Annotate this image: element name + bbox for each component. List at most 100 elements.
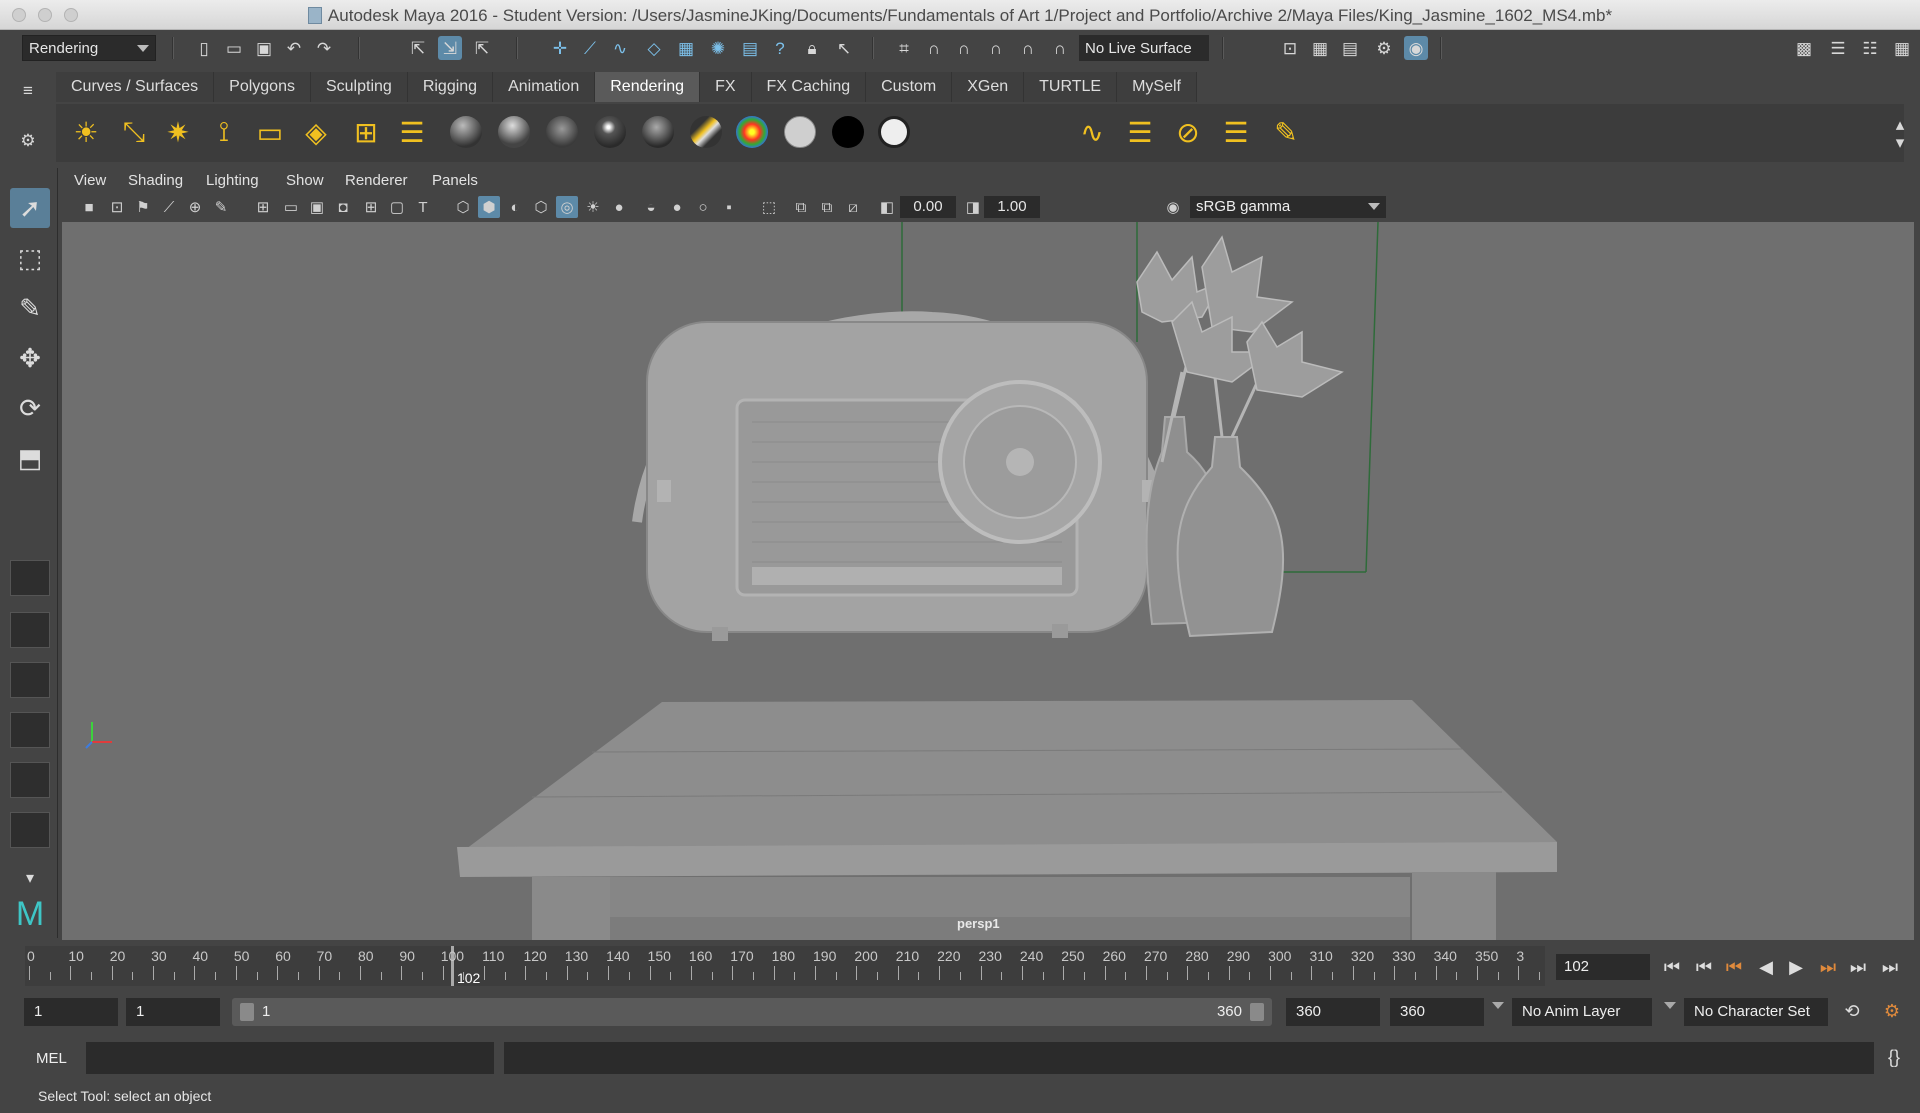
scale-tool-icon[interactable]: ⬒: [10, 438, 50, 478]
paint-select-tool-icon[interactable]: ✎: [10, 288, 50, 328]
directional-light-icon[interactable]: ⤡: [116, 114, 152, 150]
render-diagnostics-icon[interactable]: ⊘: [1170, 114, 1206, 150]
shelf-tab[interactable]: Rigging: [407, 72, 494, 102]
shelf-tab[interactable]: FX Caching: [751, 72, 867, 102]
animation-preferences-icon[interactable]: ⚙: [1878, 998, 1906, 1024]
step-back-icon[interactable]: ⏮: [1690, 954, 1718, 980]
render-settings-icon[interactable]: ⚙: [1372, 36, 1396, 60]
lambert-material-icon[interactable]: [546, 116, 578, 148]
lasso-tool-icon[interactable]: ⬚: [10, 238, 50, 278]
panel-menu-item[interactable]: Show: [286, 172, 324, 189]
select-curves-icon[interactable]: ∿: [608, 36, 632, 60]
safe-action-icon[interactable]: ▢: [386, 196, 408, 218]
select-joints-icon[interactable]: ⟋: [578, 36, 602, 60]
safe-title-icon[interactable]: T: [412, 196, 434, 218]
select-camera-icon[interactable]: ■: [78, 196, 100, 218]
view-transform-dropdown[interactable]: sRGB gamma: [1190, 196, 1386, 218]
go-to-start-icon[interactable]: ⏮: [1658, 954, 1686, 980]
shelf-tab[interactable]: FX: [700, 72, 752, 102]
auto-key-icon[interactable]: ⟲: [1838, 998, 1866, 1024]
shelf-tab[interactable]: Polygons: [214, 72, 311, 102]
step-back-key-icon[interactable]: ⏮: [1720, 954, 1748, 980]
four-view-layout-icon[interactable]: [10, 612, 50, 648]
motion-blur-icon[interactable]: ●: [666, 196, 688, 218]
batch-render-icon[interactable]: ☰: [1122, 114, 1158, 150]
2d-pan-zoom-icon[interactable]: ⊕: [184, 196, 206, 218]
panel-menu-item[interactable]: Shading: [128, 172, 183, 189]
wireframe-icon[interactable]: ⬡: [452, 196, 474, 218]
anisotropic-material-icon[interactable]: [642, 116, 674, 148]
snap-to-points-icon[interactable]: ∩: [952, 36, 976, 60]
camera-attributes-icon[interactable]: ⊡: [106, 196, 128, 218]
spot-light-icon[interactable]: ⟟: [206, 114, 242, 150]
time-slider-track[interactable]: 102 0 10 20 30 40 50 60 70 80 90 100 110 120 130 140 15…: [25, 946, 1545, 986]
script-editor-icon[interactable]: {}: [1880, 1044, 1908, 1070]
select-deformations-icon[interactable]: ▦: [674, 36, 698, 60]
undo-icon[interactable]: ↶: [282, 36, 306, 60]
shelf-menu-icon[interactable]: ≡: [16, 78, 40, 102]
select-misc-icon[interactable]: ?: [768, 36, 792, 60]
exposure-field[interactable]: 0.00: [900, 196, 956, 218]
xray-joints-icon[interactable]: ⧄: [842, 196, 864, 218]
field-chart-icon[interactable]: ⊞: [360, 196, 382, 218]
light-linking-icon[interactable]: ☰: [394, 114, 430, 150]
step-forward-icon[interactable]: ⏭: [1844, 954, 1872, 980]
screen-space-ao-icon[interactable]: ◒: [640, 196, 662, 218]
exposure-icon[interactable]: ◧: [876, 196, 898, 218]
anti-aliasing-icon[interactable]: ○: [692, 196, 714, 218]
select-dynamics-icon[interactable]: ✺: [706, 36, 730, 60]
shelf-tab[interactable]: Curves / Surfaces: [56, 72, 215, 102]
animation-end-field[interactable]: 360: [1390, 998, 1484, 1026]
color-management-icon[interactable]: ◉: [1162, 196, 1184, 218]
save-scene-icon[interactable]: ▣: [252, 36, 276, 60]
textured-icon[interactable]: ◎: [556, 196, 578, 218]
shelf-tab[interactable]: TURTLE: [1024, 72, 1118, 102]
isolate-select-icon[interactable]: ⬚: [758, 196, 780, 218]
playback-start-field[interactable]: 1: [126, 998, 220, 1026]
use-all-lights-icon[interactable]: ☀: [582, 196, 604, 218]
shelf-tab[interactable]: Custom: [866, 72, 953, 102]
snap-to-grids-icon[interactable]: ⌗: [892, 36, 916, 60]
panel-menu-item[interactable]: Lighting: [206, 172, 259, 189]
xray-icon[interactable]: ⧉: [790, 196, 812, 218]
lock-selection-icon[interactable]: 🔒︎: [800, 36, 824, 60]
surface-shader-icon[interactable]: [784, 116, 816, 148]
ambient-light-icon[interactable]: ☀: [68, 114, 104, 150]
shading-map-icon[interactable]: [878, 116, 910, 148]
shelf-tab[interactable]: MySelf: [1117, 72, 1197, 102]
select-tool-icon[interactable]: ➚: [10, 188, 50, 228]
volume-light-icon[interactable]: ◈: [298, 114, 334, 150]
range-start-handle[interactable]: [240, 1003, 254, 1021]
play-backwards-icon[interactable]: ◀: [1752, 954, 1780, 980]
playback-end-field[interactable]: 360: [1286, 998, 1380, 1026]
resolution-gate-icon[interactable]: ▣: [306, 196, 328, 218]
image-plane-icon[interactable]: ⟋: [158, 196, 180, 218]
single-perspective-layout-icon[interactable]: [10, 560, 50, 596]
persp-graph-layout-icon[interactable]: [10, 712, 50, 748]
ipr-render-icon[interactable]: ▤: [1338, 36, 1362, 60]
character-set-dropdown[interactable]: No Character Set: [1684, 998, 1828, 1026]
render-setup-icon[interactable]: ☰: [1218, 114, 1254, 150]
gate-mask-icon[interactable]: ◘: [332, 196, 354, 218]
gamma-field[interactable]: 1.00: [984, 196, 1040, 218]
persp-outliner-layout-icon[interactable]: [10, 662, 50, 698]
select-by-hierarchy-icon[interactable]: ⇱: [406, 36, 430, 60]
highlight-selection-icon[interactable]: ↖: [832, 36, 856, 60]
chevron-down-icon[interactable]: [1664, 1002, 1676, 1009]
channel-box-icon[interactable]: ▦: [1890, 36, 1914, 60]
open-scene-icon[interactable]: ▭: [222, 36, 246, 60]
shelf-settings-icon[interactable]: ⚙: [16, 128, 40, 152]
shadows-icon[interactable]: ●: [608, 196, 630, 218]
current-frame-field[interactable]: 102: [1556, 954, 1650, 980]
perspective-viewport[interactable]: persp1: [62, 222, 1914, 940]
tool-settings-icon[interactable]: ☷: [1858, 36, 1882, 60]
grease-pencil-icon[interactable]: ✎: [210, 196, 232, 218]
smooth-shade-icon[interactable]: ⬢: [478, 196, 500, 218]
chevron-down-icon[interactable]: [1492, 1002, 1504, 1009]
film-gate-icon[interactable]: ▭: [280, 196, 302, 218]
menuset-dropdown[interactable]: Rendering: [22, 35, 156, 61]
panel-menu-item[interactable]: Renderer: [345, 172, 408, 189]
layered-shader-icon[interactable]: [690, 116, 722, 148]
ramp-shader-icon[interactable]: [736, 116, 768, 148]
anim-layer-dropdown[interactable]: No Anim Layer: [1512, 998, 1652, 1026]
